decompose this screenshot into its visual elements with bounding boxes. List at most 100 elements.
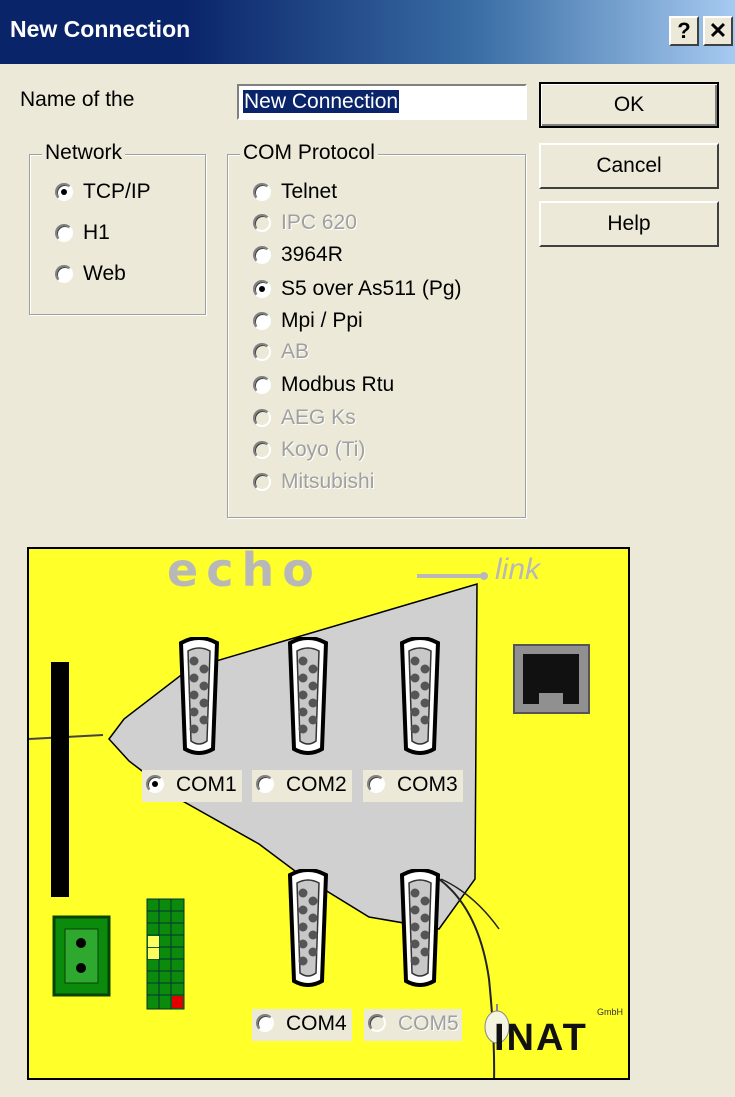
device-panel: echo link INAT GmbH [27,547,630,1080]
led-yellow [148,948,159,959]
dsub-pin [420,896,430,906]
logo-word: echo [167,547,322,597]
radio-icon [368,1014,386,1032]
dsub-pin [189,724,199,734]
radio-icon [55,265,73,283]
radio-icon [253,280,271,298]
dsub-pin [308,947,318,957]
protocol-option-label: AB [281,340,310,363]
dsub-pin [410,707,420,717]
dsub-pin [298,690,308,700]
brand-inat: INAT [494,1017,588,1059]
help-titlebar-button[interactable]: ? [669,16,699,46]
dsub-pin [199,698,209,708]
dsub-pin [189,656,199,666]
dsub-pin [298,707,308,717]
protocol-option-label: Modbus Rtu [281,373,395,396]
connector-bar [51,662,69,897]
protocol-option-label: AEG Ks [281,406,356,429]
network-option-label: Web [83,262,126,285]
led-red [172,996,183,1008]
dsub-pin [420,913,430,923]
dsub-pin [308,930,318,940]
dsub-pin [189,673,199,683]
dsub-pin [298,656,308,666]
dsub-pin [199,681,209,691]
dsub-pin [308,664,318,674]
dsub-pin [410,888,420,898]
protocol-option-label: IPC 620 [281,211,357,234]
radio-icon [253,409,271,427]
dsub-pin [410,724,420,734]
dsub-pin [298,724,308,734]
radio-icon [367,775,385,793]
power-connector-pin [76,938,86,948]
radio-icon [253,183,271,201]
network-legend: Network [42,141,126,165]
protocol-option-label: 3964R [281,243,343,266]
dsub-pin [410,673,420,683]
dsub-pin [420,681,430,691]
dsub-pin [199,664,209,674]
radio-icon [146,775,164,793]
brand-suffix: GmbH [597,1007,624,1017]
network-option-label: H1 [83,221,110,244]
dsub-connector-icon [399,637,441,755]
com-port-label: COM5 [398,1012,459,1035]
radio-icon [256,775,274,793]
com-protocol-legend: COM Protocol [240,141,378,165]
dsub-pin [298,905,308,915]
radio-icon [253,343,271,361]
dsub-pin [298,673,308,683]
dsub-pin [410,656,420,666]
radio-icon [55,224,73,242]
dsub-pin [420,698,430,708]
com-port-label: COM1 [176,773,237,796]
dsub-pin [298,888,308,898]
radio-icon [253,246,271,264]
dsub-pin [308,681,318,691]
radio-icon [253,376,271,394]
dsub-pin [308,913,318,923]
led-grid [146,898,185,1010]
power-connector-pin [76,963,86,973]
dsub-pin [410,690,420,700]
dsub-pin [410,922,420,932]
dsub-pin [199,715,209,725]
dsub-connector-icon [399,869,441,987]
ok-button[interactable]: OK [539,82,719,128]
dsub-pin [308,698,318,708]
dsub-pin [298,922,308,932]
logo-suffix: link [495,553,541,586]
dsub-pin [308,715,318,725]
cancel-button[interactable]: Cancel [539,143,719,189]
ethernet-port-latch [539,693,563,704]
radio-icon [253,312,271,330]
protocol-option-label: Mitsubishi [281,470,375,493]
com-port-label: COM4 [286,1012,347,1035]
protocol-option-label: Koyo (Ti) [281,438,366,461]
radio-icon [253,441,271,459]
protocol-option-label: Telnet [281,180,338,203]
dsub-pin [410,956,420,966]
dsub-pin [189,690,199,700]
dsub-connector-icon [287,869,329,987]
com-port-label: COM3 [397,773,458,796]
dsub-pin [189,707,199,717]
protocol-option-label: Mpi / Ppi [281,309,363,332]
close-button[interactable]: ✕ [703,16,733,46]
dsub-pin [420,930,430,940]
radio-icon [256,1014,274,1032]
dsub-pin [420,715,430,725]
name-input[interactable]: New Connection [237,84,527,120]
name-input-value: New Connection [243,90,400,113]
com-protocol-group: COM Protocol [227,141,526,518]
dsub-pin [410,905,420,915]
name-label: Name of the [20,88,135,111]
protocol-option-label: S5 over As511 (Pg) [281,277,462,300]
dsub-pin [420,947,430,957]
dsub-pin [308,896,318,906]
power-connector-inner [64,928,99,984]
dsub-connector-icon [178,637,220,755]
help-button[interactable]: Help [539,201,719,247]
